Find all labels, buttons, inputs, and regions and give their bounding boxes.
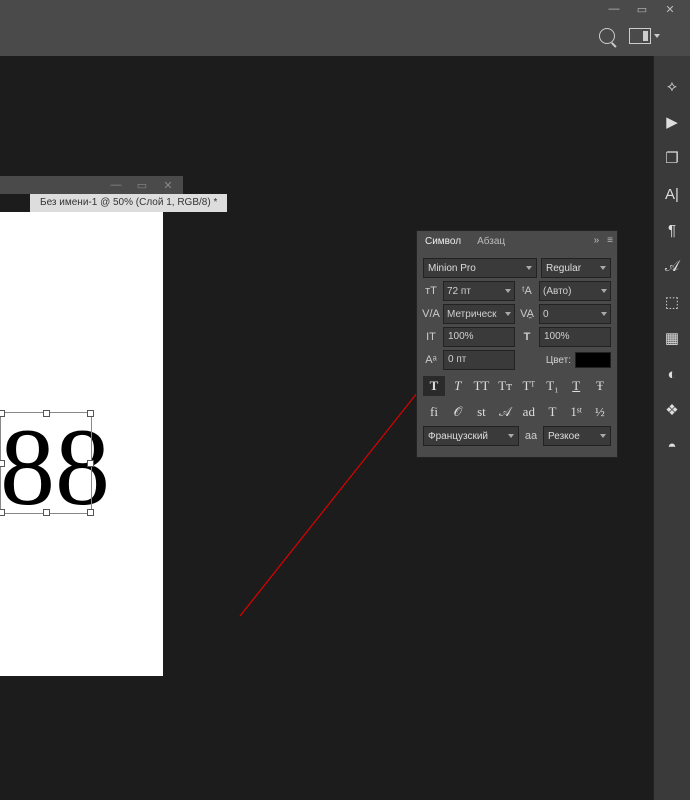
tab-paragraph[interactable]: Абзац — [469, 231, 513, 253]
ligatures-button[interactable]: fi — [423, 402, 445, 422]
strikethrough-button[interactable]: Ŧ — [589, 376, 611, 396]
paragraph-icon[interactable]: ¶ — [662, 220, 682, 240]
handle-bot-mid[interactable] — [43, 509, 50, 516]
justification-alt-button[interactable]: T — [542, 402, 564, 422]
channels-icon[interactable]: ◓ — [662, 436, 682, 456]
leading-icon: ᵗA — [519, 282, 535, 300]
color-label: Цвет: — [519, 355, 571, 366]
superscript-button[interactable]: Tᵀ — [518, 376, 540, 396]
right-toolbar: ⟡ ▶ ❐ A| ¶ 𝒜 ⬚ ▦ ◐ ❖ ◓ — [653, 56, 690, 800]
vscale-input[interactable]: 100% — [443, 327, 515, 347]
swatches-icon[interactable]: ▦ — [662, 328, 682, 348]
hscale-input[interactable]: 100% — [539, 327, 611, 347]
search-icon[interactable] — [599, 28, 615, 44]
oldstyle-button[interactable]: st — [470, 402, 492, 422]
tracking-select[interactable]: 0 — [539, 304, 611, 324]
kerning-icon: V/A — [423, 305, 439, 323]
antialias-icon: aа — [523, 427, 539, 445]
doc-minimize-icon[interactable]: — — [103, 176, 129, 194]
tab-character[interactable]: Символ — [417, 231, 469, 253]
kerning-select[interactable]: Метрическ — [443, 304, 515, 324]
handle-mid-right[interactable] — [87, 460, 94, 467]
faux-italic-button[interactable]: T — [447, 376, 469, 396]
document-titlebar[interactable]: — ▭ ✕ — [0, 176, 183, 194]
all-caps-button[interactable]: TT — [470, 376, 492, 396]
leading-select[interactable]: (Авто) — [539, 281, 611, 301]
panel-icon — [629, 28, 651, 44]
handle-bot-left[interactable] — [0, 509, 5, 516]
font-size-icon: тT — [423, 282, 439, 300]
chevron-down-icon — [654, 34, 660, 38]
handle-top-left[interactable] — [0, 410, 5, 417]
baseline-icon: Aᵃ — [423, 351, 439, 369]
minimize-icon[interactable]: — — [600, 0, 628, 18]
baseline-input[interactable]: 0 пт — [443, 350, 515, 370]
adjustments-icon[interactable]: ◐ — [662, 364, 682, 384]
collapse-icon[interactable]: » — [594, 235, 600, 246]
document-window: — ▭ ✕ Без имени-1 @ 50% (Слой 1, RGB/8) … — [0, 176, 183, 676]
selection-bounds — [0, 412, 92, 514]
character-icon[interactable]: A| — [662, 184, 682, 204]
history-icon[interactable]: ⟡ — [662, 76, 682, 96]
canvas-area: — ▭ ✕ Без имени-1 @ 50% (Слой 1, RGB/8) … — [0, 56, 654, 800]
maximize-icon[interactable]: ▭ — [628, 0, 656, 18]
panel-menu-icon[interactable]: ≡ — [607, 235, 613, 246]
handle-bot-right[interactable] — [87, 509, 94, 516]
fractions-button[interactable]: 1ˢᵗ — [565, 402, 587, 422]
font-size-select[interactable]: 72 пт — [443, 281, 515, 301]
handle-top-right[interactable] — [87, 410, 94, 417]
titling-button[interactable]: 𝒜 — [494, 402, 516, 422]
vscale-icon: IT — [423, 328, 439, 346]
doc-maximize-icon[interactable]: ▭ — [129, 176, 155, 194]
font-family-select[interactable]: Minion Pro — [423, 258, 537, 278]
tracking-icon: VA̱ — [519, 305, 535, 323]
half-button[interactable]: ½ — [589, 402, 611, 422]
faux-bold-button[interactable]: T — [423, 376, 445, 396]
brushes-icon[interactable]: ❐ — [662, 148, 682, 168]
actions-icon[interactable]: ▶ — [662, 112, 682, 132]
app-titlebar: — ▭ ✕ — [0, 0, 690, 18]
antialias-select[interactable]: Резкое — [543, 426, 611, 446]
glyphs-icon[interactable]: 𝒜 — [662, 256, 682, 276]
doc-close-icon[interactable]: ✕ — [155, 176, 181, 194]
swash-button[interactable]: 𝒪 — [447, 402, 469, 422]
underline-button[interactable]: T — [565, 376, 587, 396]
text-color-swatch[interactable] — [575, 352, 611, 368]
hscale-icon: T — [519, 328, 535, 346]
subscript-button[interactable]: T₁ — [542, 376, 564, 396]
handle-mid-left[interactable] — [0, 460, 5, 467]
font-style-select[interactable]: Regular — [541, 258, 611, 278]
options-bar — [0, 18, 690, 57]
workspace-switcher[interactable] — [629, 28, 660, 44]
language-select[interactable]: Французский — [423, 426, 519, 446]
small-caps-button[interactable]: Tᴛ — [494, 376, 516, 396]
cube-icon[interactable]: ⬚ — [662, 292, 682, 312]
document-canvas[interactable]: 88 — [0, 212, 163, 676]
document-tab[interactable]: Без имени-1 @ 50% (Слой 1, RGB/8) * — [30, 194, 227, 212]
close-icon[interactable]: ✕ — [656, 0, 684, 18]
character-panel: Символ Абзац » ≡ Minion Pro Regular тT 7… — [416, 230, 618, 458]
layers-icon[interactable]: ❖ — [662, 400, 682, 420]
handle-top-mid[interactable] — [43, 410, 50, 417]
ordinals-button[interactable]: ad — [518, 402, 540, 422]
